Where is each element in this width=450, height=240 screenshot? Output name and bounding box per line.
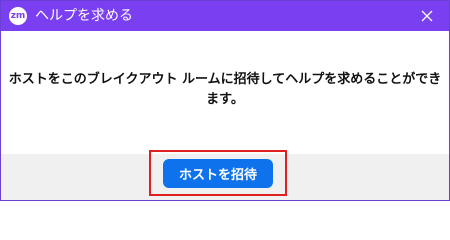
close-icon bbox=[421, 10, 433, 22]
zoom-app-icon: zm bbox=[9, 7, 27, 25]
window-title: ヘルプを求める bbox=[35, 8, 133, 24]
invite-host-button[interactable]: ホストを招待 bbox=[163, 159, 273, 188]
title-bar: zm ヘルプを求める bbox=[1, 1, 449, 31]
dialog-message: ホストをこのブレイクアウト ルームに招待してヘルプを求めることができます。 bbox=[8, 72, 442, 107]
close-button[interactable] bbox=[405, 1, 449, 31]
dialog-content: ホストをこのブレイクアウト ルームに招待してヘルプを求めることができます。 bbox=[1, 31, 449, 154]
